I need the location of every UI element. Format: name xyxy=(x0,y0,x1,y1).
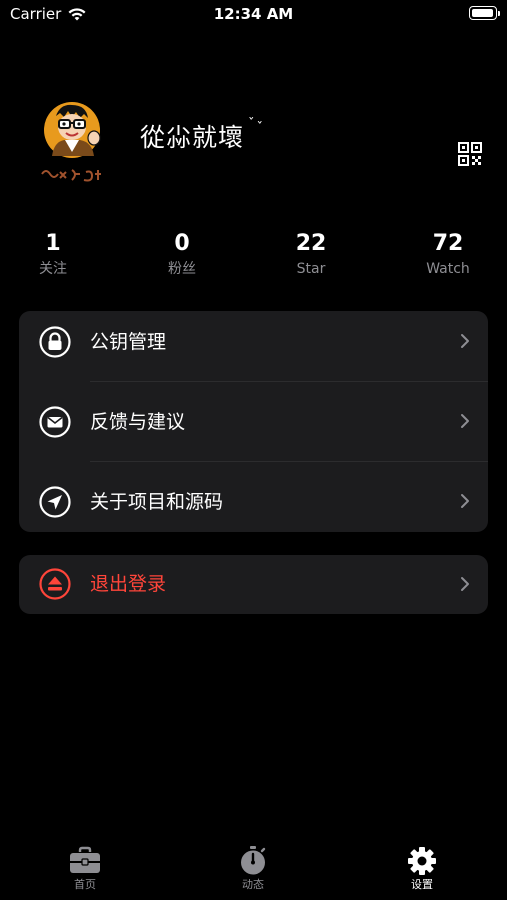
stats-row: 1 关注 0 粉丝 22 Star 72 Watch xyxy=(0,230,507,280)
tab-settings[interactable]: 设置 xyxy=(372,846,472,892)
chevron-right-icon xyxy=(461,577,469,591)
tab-label: 首页 xyxy=(74,878,96,891)
stat-label: Star xyxy=(296,261,326,277)
stat-watch[interactable]: 72 Watch xyxy=(398,230,498,278)
username-row[interactable]: 從尛就壞 ˇ ˇ xyxy=(140,118,263,154)
menu-item-feedback[interactable]: 反馈与建议 xyxy=(19,391,488,461)
menu-item-public-keys[interactable]: 公钥管理 xyxy=(19,311,488,381)
tab-bar: 首页 动态 设置 xyxy=(0,840,507,900)
stat-following[interactable]: 1 关注 xyxy=(3,230,103,278)
settings-menu-card: 公钥管理 反馈与建议 关于项目和源码 xyxy=(19,311,488,532)
chevron-down-icon-secondary: ˇ xyxy=(256,121,264,136)
chevron-right-icon xyxy=(461,334,469,348)
logout-card: 退出登录 xyxy=(19,555,488,614)
avatar[interactable] xyxy=(38,100,110,188)
divider xyxy=(90,461,488,462)
menu-item-label: 反馈与建议 xyxy=(90,411,186,433)
tab-home[interactable]: 首页 xyxy=(35,846,135,892)
stat-value: 0 xyxy=(174,231,190,256)
stat-value: 22 xyxy=(295,231,327,256)
chevron-right-icon xyxy=(461,414,469,428)
battery-level xyxy=(472,9,493,17)
menu-item-label: 关于项目和源码 xyxy=(90,491,224,513)
stat-value: 1 xyxy=(45,231,61,256)
stat-label: 关注 xyxy=(39,261,67,277)
divider xyxy=(90,381,488,382)
lock-icon xyxy=(39,326,71,358)
battery-icon xyxy=(469,6,500,20)
chevron-right-icon xyxy=(461,494,469,508)
username: 從尛就壞 xyxy=(140,123,245,152)
status-bar: Carrier 12:34 AM xyxy=(0,0,507,30)
qr-code-icon[interactable] xyxy=(458,142,482,166)
eject-icon xyxy=(39,568,71,600)
paper-plane-icon xyxy=(39,486,71,518)
stopwatch-icon xyxy=(241,846,266,875)
logout-label: 退出登录 xyxy=(90,573,167,595)
clock: 12:34 AM xyxy=(213,5,294,23)
menu-item-about[interactable]: 关于项目和源码 xyxy=(19,471,488,541)
menu-item-label: 公钥管理 xyxy=(90,331,167,353)
tab-label: 动态 xyxy=(242,878,264,891)
stat-label: 粉丝 xyxy=(168,261,196,277)
stat-followers[interactable]: 0 粉丝 xyxy=(132,230,232,278)
chevron-down-icon: ˇ xyxy=(248,117,255,132)
stat-label: Watch xyxy=(426,261,470,277)
logout-button[interactable]: 退出登录 xyxy=(19,555,488,614)
gear-icon xyxy=(408,847,436,875)
briefcase-icon xyxy=(70,846,100,873)
tab-label: 设置 xyxy=(411,878,433,891)
tab-activity[interactable]: 动态 xyxy=(203,846,303,892)
stat-star[interactable]: 22 Star xyxy=(261,230,361,278)
profile-header: 從尛就壞 ˇ ˇ xyxy=(38,100,488,190)
stat-value: 72 xyxy=(432,231,464,256)
envelope-icon xyxy=(39,406,71,438)
